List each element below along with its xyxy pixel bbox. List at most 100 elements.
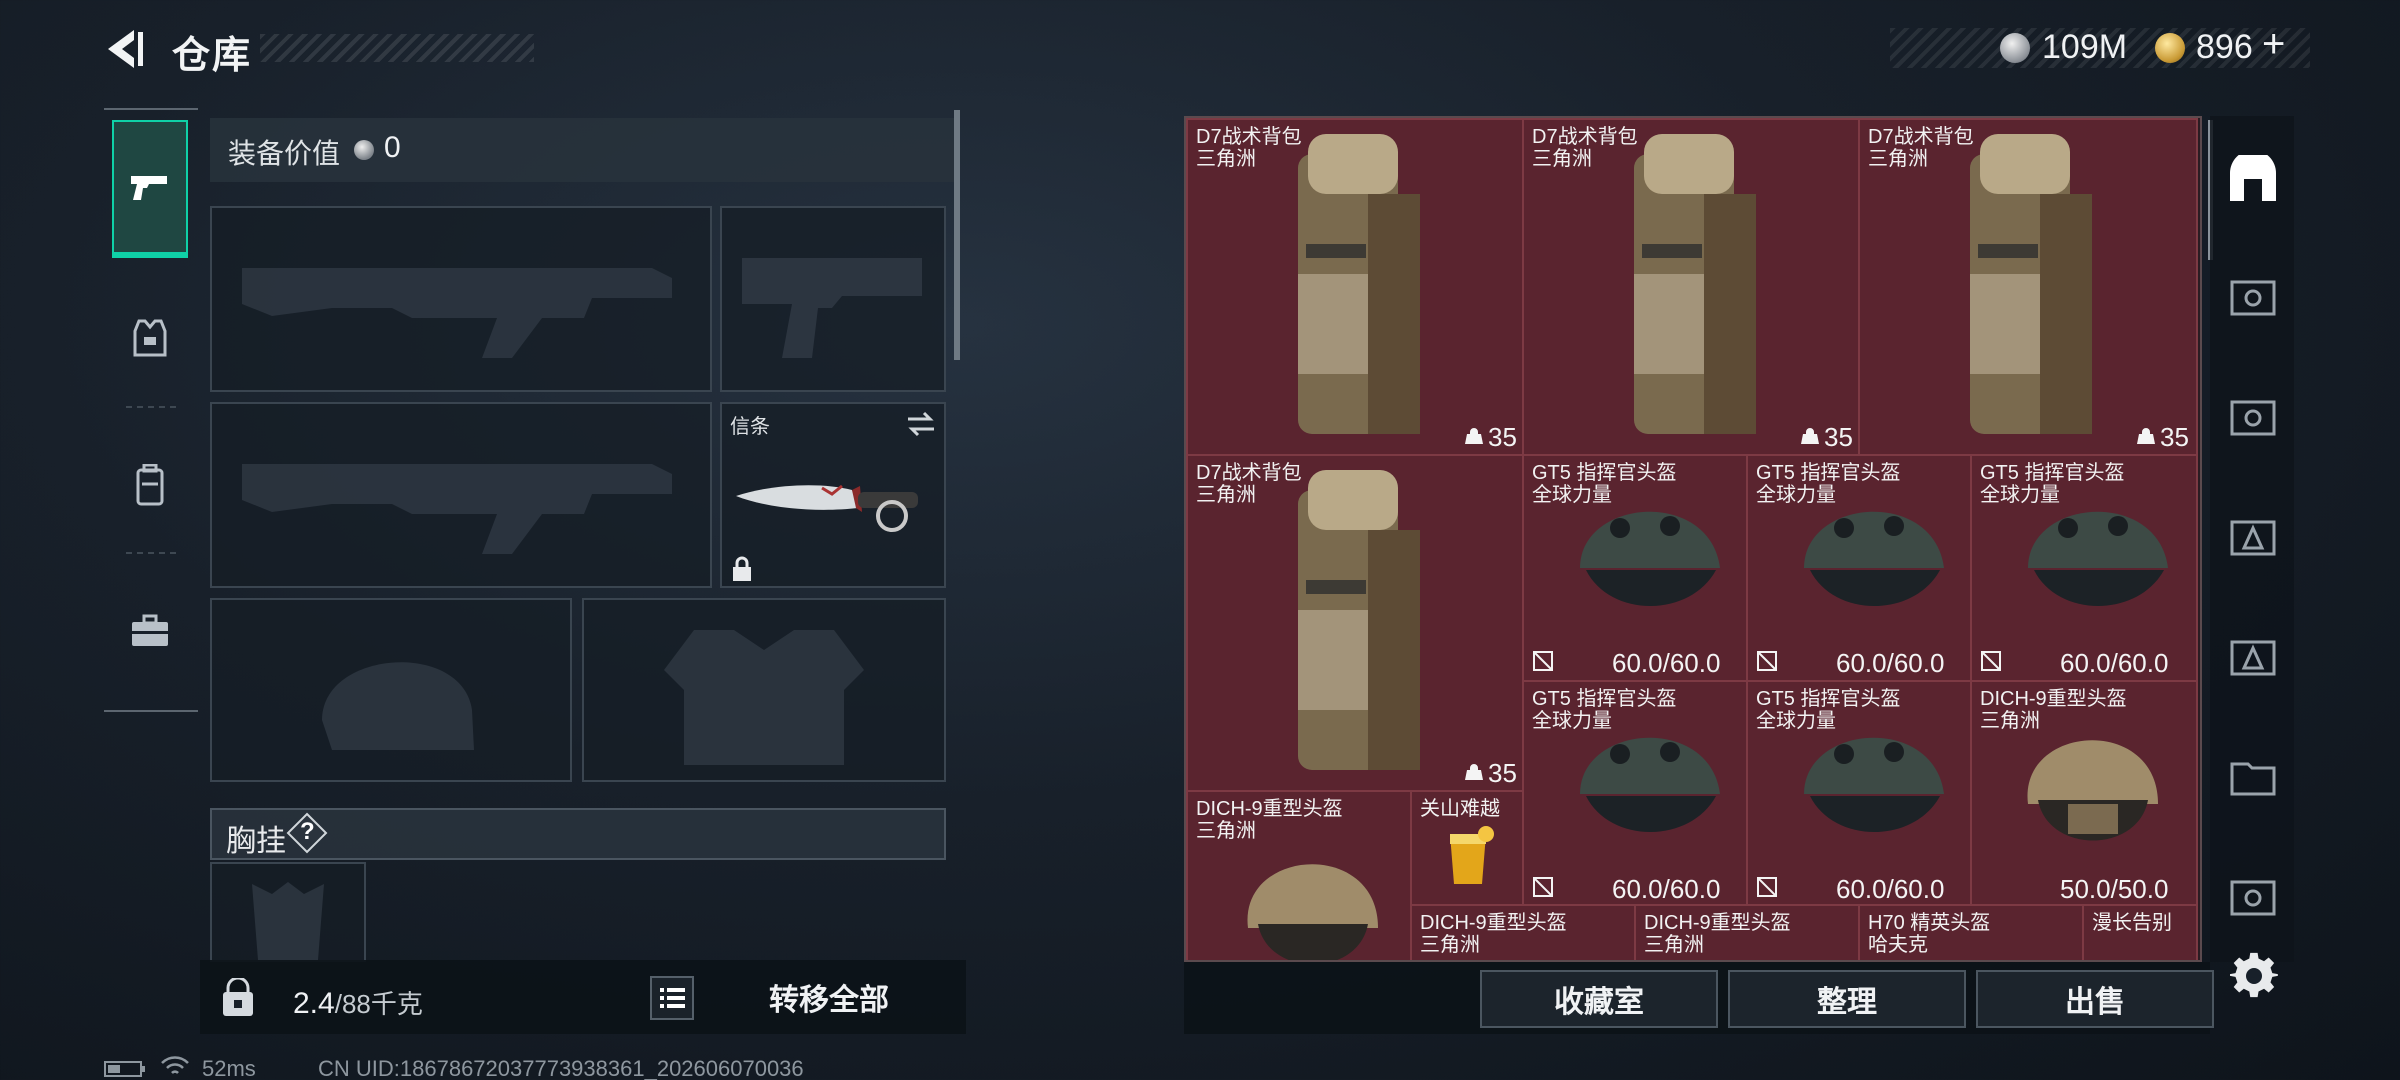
collection-room-button[interactable]: 收藏室: [1480, 970, 1718, 1028]
transfer-all-button[interactable]: 转移全部: [710, 964, 948, 1030]
item-name: DICH-9重型头盔: [1420, 912, 1567, 934]
item-faction: 三角洲: [1196, 148, 1256, 170]
stash-item[interactable]: D7战术背包 三角洲 35: [1522, 118, 1860, 456]
stash-item[interactable]: DICH-9重型头盔 三角洲 50.0/50.0: [1970, 680, 2198, 908]
storage-box-icon: [2230, 520, 2276, 556]
tab-main-stash[interactable]: [2218, 120, 2288, 240]
item-faction: 三角洲: [1196, 484, 1256, 506]
folder-icon: [2230, 762, 2276, 796]
equipment-value-label: 装备价值: [228, 138, 341, 169]
primary-weapon-slot[interactable]: [210, 206, 712, 392]
tab-stash-v[interactable]: [2218, 236, 2288, 356]
back-arrow-icon[interactable]: [100, 26, 146, 72]
stash-item[interactable]: GT5 指挥官头盔 全球力量 60.0/60.0: [1522, 680, 1748, 908]
weight-class-icon: [1801, 428, 1819, 444]
item-name: H70 精英头盔: [1868, 912, 1991, 934]
repair-icon: [1757, 651, 1777, 671]
rail-divider: [126, 406, 176, 408]
item-name: 漫长告别: [2092, 912, 2172, 934]
helmet-image: [1580, 511, 1720, 606]
body-armor-slot[interactable]: [582, 598, 946, 782]
helmet-image: [1247, 864, 1378, 960]
item-faction: 三角洲: [1532, 148, 1592, 170]
chest-rig-slot[interactable]: [210, 862, 366, 962]
secondary-weapon-slot[interactable]: [210, 402, 712, 588]
uid-readout: CN UID:18678672037773938361_202606070036: [318, 1056, 804, 1080]
chest-rig-label: 胸挂: [226, 825, 286, 858]
item-faction: 三角洲: [1868, 148, 1928, 170]
sidearm-slot[interactable]: [720, 206, 946, 392]
tab-stash-iv[interactable]: [2218, 596, 2288, 716]
wifi-icon: [161, 1056, 189, 1074]
drink-image: [1450, 826, 1494, 884]
storage-box-icon: [2230, 280, 2276, 316]
stash-item[interactable]: D7战术背包 三角洲 35: [1186, 118, 1524, 456]
sell-button[interactable]: 出售: [1976, 970, 2214, 1028]
helmet-slot[interactable]: [210, 598, 572, 782]
knife-icon: [736, 484, 918, 532]
helmet-image: [2028, 511, 2168, 606]
weight-readout: 2.4/88千克: [293, 984, 423, 1021]
stash-item[interactable]: GT5 指挥官头盔 全球力量 60.0/60.0: [1522, 454, 1748, 682]
tab-stash-gt[interactable]: [2218, 476, 2288, 596]
list-view-button[interactable]: [650, 976, 694, 1020]
weight-class-icon: [1465, 428, 1483, 444]
stash-item[interactable]: DICH-9重型头盔 三角洲: [1410, 904, 1636, 960]
gear-icon[interactable]: [2230, 952, 2278, 1000]
tab-stash-iv2[interactable]: [2218, 716, 2288, 836]
silver-currency-amount: 109M: [2042, 28, 2128, 66]
stash-item[interactable]: DICH-9重型头盔 三角洲: [1186, 790, 1412, 960]
pistol-silhouette-icon: [742, 258, 922, 358]
chest-rig-silhouette-icon: [252, 882, 324, 960]
help-label: ?: [300, 818, 315, 845]
weight-class-icon: [1465, 764, 1483, 780]
item-durability: 60.0/60.0: [1836, 648, 1945, 678]
rifle-silhouette-icon: [242, 268, 672, 358]
repair-icon: [1981, 651, 2001, 671]
add-currency-button[interactable]: +: [2262, 22, 2285, 67]
silver-coin-icon: [2000, 33, 2030, 63]
melee-slot-label: 信条: [730, 416, 770, 438]
loadout-scrollbar[interactable]: [954, 110, 960, 360]
tab-stash-v2[interactable]: [2218, 356, 2288, 476]
rail-item-armor[interactable]: [112, 268, 188, 406]
ping-readout: 52ms: [202, 1056, 256, 1080]
gold-coin-icon: [2155, 33, 2185, 63]
organize-button[interactable]: 整理: [1728, 970, 1966, 1028]
stash-item[interactable]: H70 精英头盔 哈夫克: [1858, 904, 2084, 960]
item-durability: 60.0/60.0: [1612, 874, 1721, 904]
storage-box-icon: [2230, 640, 2276, 676]
swap-icon[interactable]: [906, 410, 936, 438]
item-faction: 三角洲: [1420, 934, 1480, 956]
helmet-image: [2027, 740, 2158, 841]
rifle-silhouette-icon: [242, 464, 672, 554]
item-name: 关山难越: [1420, 798, 1500, 820]
item-name: DICH-9重型头盔: [1644, 912, 1791, 934]
stash-item[interactable]: 关山难越: [1410, 790, 1524, 906]
rail-item-case[interactable]: [112, 562, 188, 700]
stash-item[interactable]: DICH-9重型头盔 三角洲: [1634, 904, 1860, 960]
repair-icon: [1757, 877, 1777, 897]
item-faction: 三角洲: [1644, 934, 1704, 956]
item-count: 35: [1488, 422, 1517, 452]
item-faction: 哈夫克: [1868, 934, 1928, 956]
stash-item[interactable]: D7战术背包 三角洲 35: [1858, 118, 2198, 456]
backpack-image: [1298, 470, 1420, 770]
helmet-silhouette-icon: [322, 662, 474, 750]
rail-item-backpack[interactable]: [112, 416, 188, 554]
backpack-icon: [136, 464, 164, 506]
stash-item[interactable]: 漫长告别: [2082, 904, 2198, 960]
item-durability: 60.0/60.0: [1836, 874, 1945, 904]
stash-item[interactable]: D7战术背包 三角洲 35: [1186, 454, 1524, 792]
stash-item[interactable]: GT5 指挥官头盔 全球力量 60.0/60.0: [1970, 454, 2198, 682]
weight-max: /88千克: [334, 989, 423, 1019]
stash-item[interactable]: GT5 指挥官头盔 全球力量 60.0/60.0: [1746, 454, 1972, 682]
item-count: 35: [2160, 422, 2189, 452]
list-icon: [660, 988, 685, 1008]
rail-item-weapons[interactable]: [112, 120, 188, 258]
melee-slot[interactable]: 信条: [720, 402, 946, 588]
stash-item[interactable]: GT5 指挥官头盔 全球力量 60.0/60.0: [1746, 680, 1972, 908]
helmet-image: [1804, 737, 1944, 832]
equipment-value: 0: [384, 131, 401, 164]
tab-stash-gt2[interactable]: [2218, 836, 2288, 956]
